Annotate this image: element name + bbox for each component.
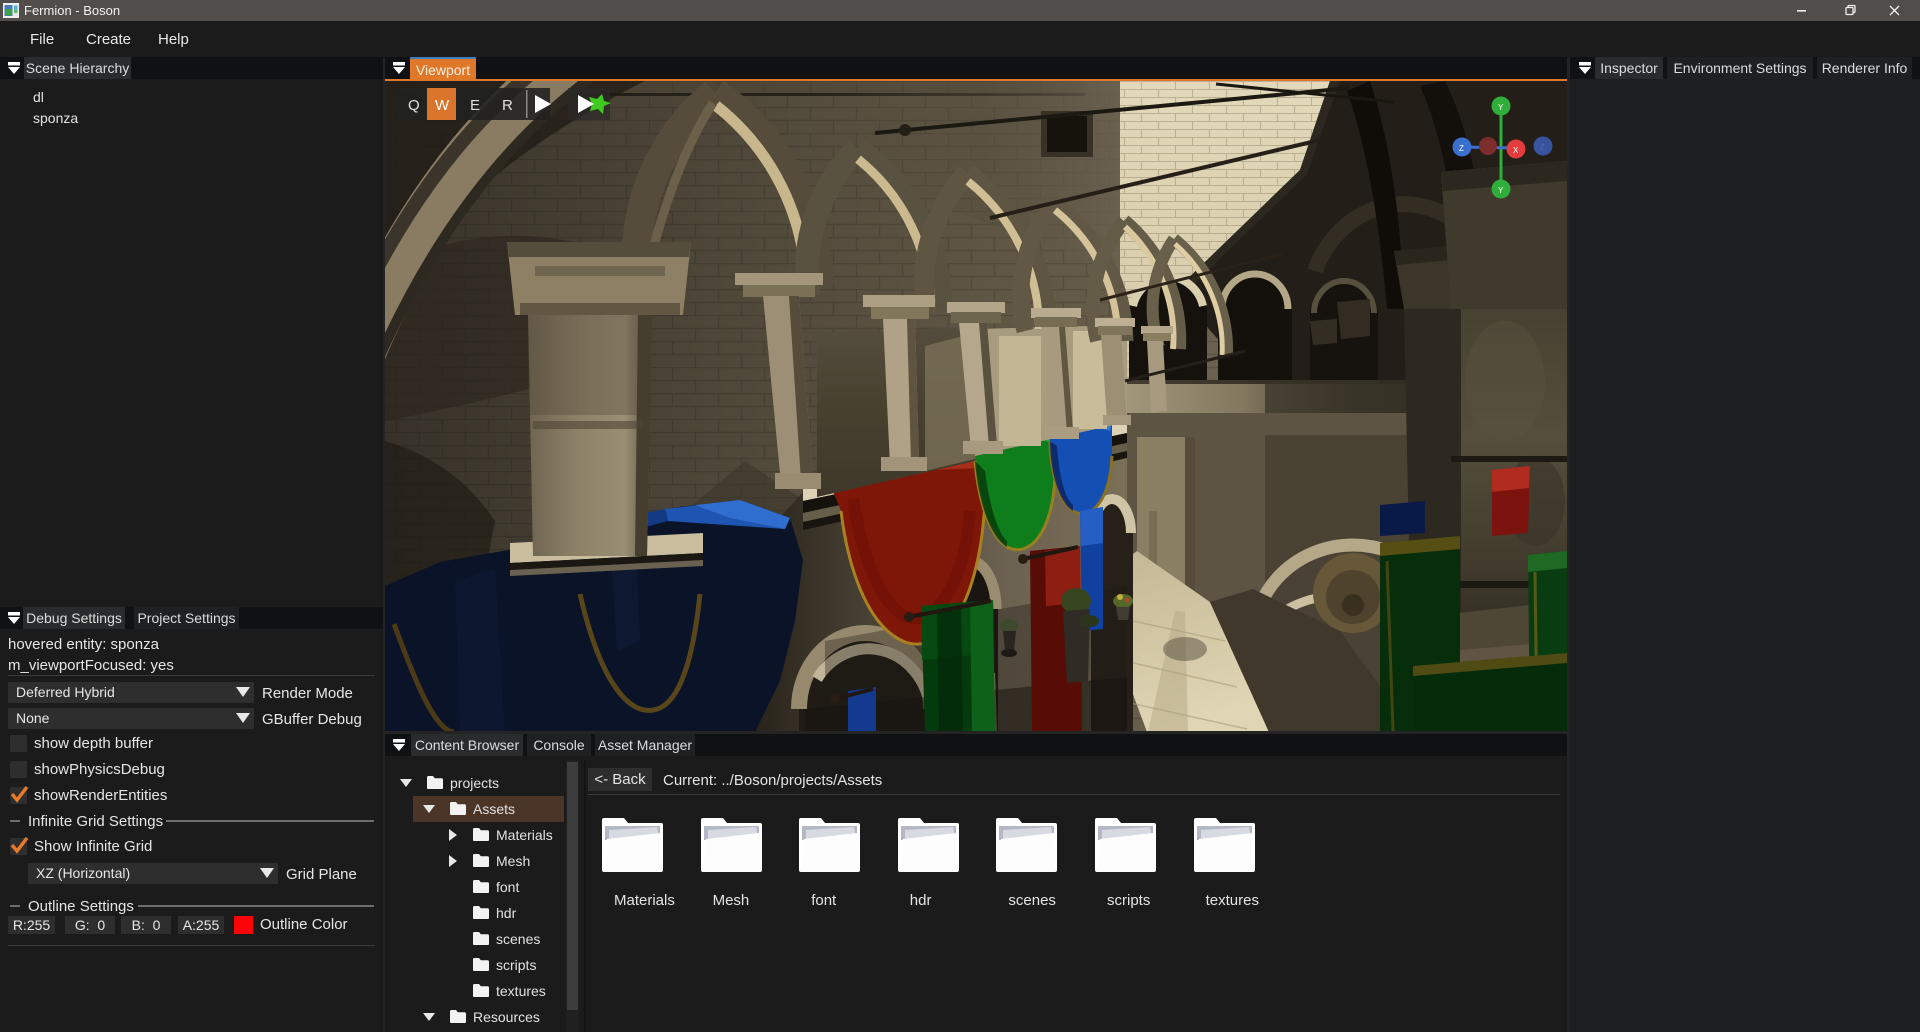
svg-text:Y: Y (1498, 103, 1504, 112)
svg-text:R: R (502, 97, 513, 114)
svg-text:Z: Z (1459, 144, 1464, 153)
svg-text:Q: Q (408, 97, 420, 114)
svg-text:Z: Z (1540, 143, 1545, 152)
svg-text:X: X (1513, 146, 1519, 155)
svg-text:W: W (435, 97, 450, 114)
svg-text:E: E (470, 97, 480, 114)
svg-text:Y: Y (1498, 186, 1504, 195)
